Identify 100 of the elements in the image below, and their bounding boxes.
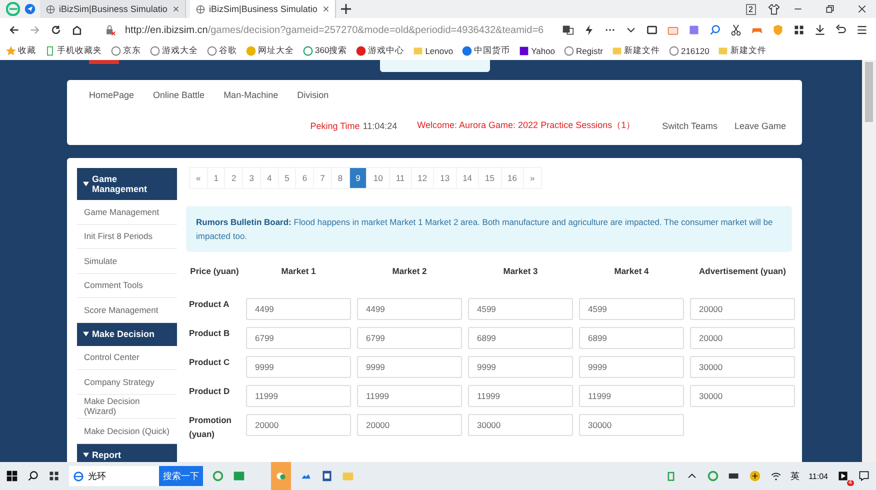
input-method-indicator[interactable]: 英 xyxy=(790,470,800,482)
input-field[interactable]: 11999 xyxy=(357,385,462,407)
bookmark[interactable]: Registr xyxy=(564,46,603,56)
new-tab-icon[interactable] xyxy=(340,3,352,15)
page-link[interactable]: 1 xyxy=(206,167,226,189)
media-icon[interactable] xyxy=(837,470,849,482)
input-field[interactable]: 9999 xyxy=(357,356,462,378)
nav-link[interactable]: HomePage xyxy=(89,90,134,100)
input-field[interactable]: 6899 xyxy=(468,327,573,349)
restore-icon[interactable] xyxy=(825,4,835,14)
input-field[interactable]: 30000 xyxy=(690,356,795,378)
sidebar-item[interactable]: Make Decision (Wizard) xyxy=(77,394,177,419)
translate-icon[interactable] xyxy=(562,24,574,36)
input-field[interactable]: 20000 xyxy=(357,414,462,436)
input-field[interactable]: 4599 xyxy=(468,298,573,320)
page-link[interactable]: 14 xyxy=(456,167,480,189)
home-icon[interactable] xyxy=(71,24,83,36)
sidebar-section-header[interactable]: Make Decision xyxy=(77,322,177,346)
bookmark[interactable]: Lenovo xyxy=(413,46,454,56)
nav-link[interactable]: Division xyxy=(297,90,329,100)
nav-action-link[interactable]: Leave Game xyxy=(734,120,786,130)
bookmark[interactable]: 京东 xyxy=(111,45,141,57)
sidebar-item[interactable]: Simulate xyxy=(77,249,177,274)
page-link[interactable]: 5 xyxy=(278,167,296,189)
page-link[interactable]: 9 xyxy=(348,167,368,189)
input-field[interactable]: 11999 xyxy=(468,385,573,407)
bookmark[interactable]: 手机收藏夹 xyxy=(45,45,102,57)
square-icon[interactable] xyxy=(688,24,700,36)
action-center-icon[interactable] xyxy=(858,470,870,482)
page-link[interactable]: 12 xyxy=(410,167,434,189)
sidebar-item[interactable]: Comment Tools xyxy=(77,274,177,298)
input-field[interactable]: 4499 xyxy=(357,298,462,320)
close-icon[interactable] xyxy=(857,4,867,14)
bookmark[interactable]: 新建文件 xyxy=(612,45,660,57)
page-link[interactable]: 15 xyxy=(478,167,502,189)
input-field[interactable]: 9999 xyxy=(468,356,573,378)
input-field[interactable]: 6799 xyxy=(357,327,462,349)
windows-start-icon[interactable] xyxy=(6,470,18,482)
bookmark[interactable]: 收藏 xyxy=(6,45,36,57)
input-field[interactable]: 30000 xyxy=(690,385,795,407)
wifi-icon[interactable] xyxy=(770,470,782,482)
close-icon[interactable] xyxy=(323,6,329,12)
page-link[interactable]: 4 xyxy=(260,167,279,189)
spreadsheet-app-icon[interactable] xyxy=(233,470,245,482)
word-app-icon[interactable] xyxy=(321,470,333,482)
address-field[interactable]: http://en.ibizsim.cn/games/decision?gameid=257270&mode=old&periodid=4936432&teamid=6 xyxy=(125,24,553,36)
previous-page-link[interactable]: « xyxy=(189,167,208,189)
page-link[interactable]: 2 xyxy=(224,167,244,189)
task-view-icon[interactable] xyxy=(48,470,60,482)
scissors-icon[interactable] xyxy=(730,24,742,36)
scrollbar[interactable] xyxy=(862,60,876,462)
bookmark[interactable]: 216120 xyxy=(668,46,710,56)
input-field[interactable]: 11999 xyxy=(246,385,351,407)
page-link[interactable]: 7 xyxy=(313,167,332,189)
browser-tray-icon[interactable] xyxy=(706,470,719,482)
download-icon[interactable] xyxy=(814,24,826,36)
search-icon[interactable] xyxy=(27,470,39,482)
nav-action-link[interactable]: Switch Teams xyxy=(662,120,718,130)
reload-icon[interactable] xyxy=(50,24,62,36)
sidebar-item[interactable]: Control Center xyxy=(77,346,177,370)
input-field[interactable]: 30000 xyxy=(468,414,573,436)
apps-icon[interactable] xyxy=(793,24,805,36)
input-field[interactable]: 6899 xyxy=(579,327,684,349)
input-field[interactable]: 11999 xyxy=(579,385,684,407)
browser-tab[interactable]: iBizSim|Business Simulatio xyxy=(40,0,186,18)
input-field[interactable]: 20000 xyxy=(246,414,351,436)
taskbar-search-field[interactable]: 光环 xyxy=(69,466,159,486)
input-field[interactable]: 20000 xyxy=(690,298,795,320)
browser-app-icon[interactable] xyxy=(212,470,224,482)
back-icon[interactable] xyxy=(8,24,20,36)
sidebar-section-header[interactable]: Game Management xyxy=(77,168,177,200)
bookmark[interactable]: 网址大全 xyxy=(246,45,294,57)
taskbar-clock[interactable]: 11:04 xyxy=(808,472,828,480)
input-field[interactable]: 9999 xyxy=(579,356,684,378)
bookmark[interactable]: Yahoo xyxy=(519,46,556,56)
next-page-link[interactable]: » xyxy=(522,167,542,189)
input-field[interactable]: 4599 xyxy=(579,298,684,320)
bookmark[interactable]: 游戏中心 xyxy=(356,45,404,57)
tv-icon[interactable] xyxy=(667,24,679,36)
search-button[interactable]: 搜索一下 xyxy=(159,466,203,486)
nav-link[interactable]: Online Battle xyxy=(153,90,205,100)
input-field[interactable]: 9999 xyxy=(246,356,351,378)
page-link[interactable]: 13 xyxy=(433,167,457,189)
window-count[interactable]: 2 xyxy=(746,4,756,14)
sidebar-item[interactable]: Company Strategy xyxy=(77,370,177,394)
sidebar-item[interactable]: Game Management xyxy=(77,200,177,224)
lightning-icon[interactable] xyxy=(583,24,595,36)
input-field[interactable]: 6799 xyxy=(246,327,351,349)
page-link[interactable]: 10 xyxy=(366,167,390,189)
send-icon[interactable] xyxy=(24,3,36,15)
page-link[interactable]: 11 xyxy=(388,167,412,189)
bookmark[interactable]: 谷歌 xyxy=(207,45,237,57)
undo-icon[interactable] xyxy=(835,24,847,36)
input-field[interactable]: 30000 xyxy=(579,414,684,436)
bookmark[interactable]: 360搜索 xyxy=(303,45,348,57)
page-link[interactable]: 3 xyxy=(242,167,261,189)
page-link[interactable]: 16 xyxy=(500,167,524,189)
shirt-icon[interactable] xyxy=(768,3,780,15)
menu-icon[interactable] xyxy=(856,24,868,36)
bookmark[interactable]: 游戏大全 xyxy=(150,45,198,57)
